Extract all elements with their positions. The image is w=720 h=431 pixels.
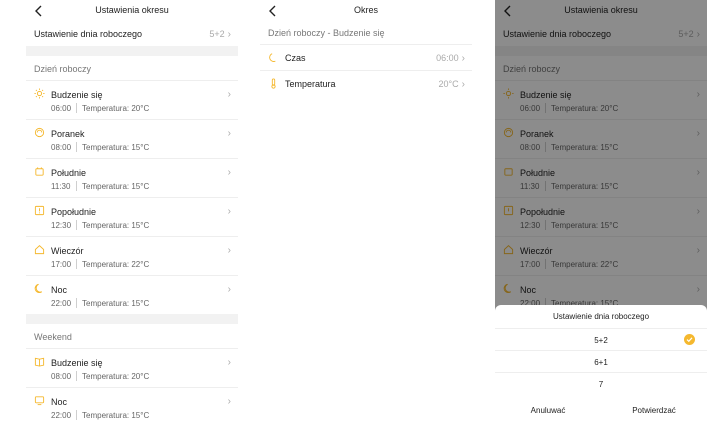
noon-icon [34, 166, 45, 177]
workday-setting-row[interactable]: Ustawienie dnia roboczego 5+2 › [26, 22, 238, 46]
header: Okres [260, 0, 472, 22]
workday-picker-sheet: Ustawienie dnia roboczego 5+2 6+1 7 Anul… [495, 305, 707, 431]
divider [76, 298, 77, 308]
temperature-label: Temperatura [285, 79, 336, 89]
header: Ustawienia okresu [26, 0, 238, 22]
period-temperature: Temperatura: 15°C [82, 143, 150, 152]
chevron-right-icon: › [461, 53, 465, 64]
period-detail-screen: Okres Dzień roboczy - Budzenie się Czas … [260, 0, 472, 431]
period-time: 08:00 [51, 372, 72, 381]
option-label: 6+1 [594, 358, 608, 367]
period-subtitle: Dzień roboczy - Budzenie się [268, 28, 385, 38]
chevron-right-icon: › [227, 167, 231, 178]
page-title: Ustawienia okresu [95, 5, 169, 15]
period-time: 22:00 [51, 299, 72, 308]
time-row[interactable]: Czas 06:00 › [260, 44, 472, 70]
period-temperature: Temperatura: 15°C [82, 411, 150, 420]
option-5-2[interactable]: 5+2 [495, 328, 707, 350]
section-divider [26, 314, 238, 324]
period-item-wake[interactable]: Budzenie się 06:00 Temperatura: 20°C › [26, 80, 238, 119]
check-icon [684, 334, 695, 345]
divider [76, 371, 77, 381]
temperature-row[interactable]: Temperatura 20°C › [260, 70, 472, 96]
period-name: Noc [51, 397, 68, 407]
period-time: 06:00 [51, 104, 72, 113]
chevron-right-icon: › [461, 79, 465, 90]
divider [76, 142, 77, 152]
divider [76, 220, 77, 230]
period-temperature: Temperatura: 20°C [82, 104, 150, 113]
period-name: Popołudnie [51, 207, 97, 217]
period-name: Wieczór [51, 246, 84, 256]
period-name: Noc [51, 285, 68, 295]
period-temperature: Temperatura: 15°C [82, 221, 150, 230]
period-time: 08:00 [51, 143, 72, 152]
period-item-noon[interactable]: Południe 11:30 Temperatura: 15°C › [26, 158, 238, 197]
option-label: 5+2 [594, 336, 608, 345]
period-name: Budzenie się [51, 358, 103, 368]
confirm-button[interactable]: Potwierdzać [601, 406, 707, 415]
chevron-right-icon: › [227, 357, 231, 368]
period-settings-picker-screen: Ustawienia okresu Ustawienie dnia robocz… [495, 0, 707, 431]
divider [76, 103, 77, 113]
chevron-right-icon: › [227, 396, 231, 407]
afternoon-icon [34, 205, 45, 216]
chevron-right-icon: › [227, 128, 231, 139]
chevron-right-icon: › [227, 245, 231, 256]
option-6-1[interactable]: 6+1 [495, 350, 707, 372]
page-title: Okres [353, 5, 378, 15]
period-name: Budzenie się [51, 90, 103, 100]
section-divider [26, 46, 238, 56]
period-temperature: Temperatura: 15°C [82, 299, 150, 308]
book-icon [34, 356, 45, 367]
chevron-right-icon: › [227, 206, 231, 217]
weekend-item-wake[interactable]: Budzenie się 08:00 Temperatura: 20°C › [26, 348, 238, 387]
period-time: 22:00 [51, 411, 72, 420]
period-item-evening[interactable]: Wieczór 17:00 Temperatura: 22°C › [26, 236, 238, 275]
workday-setting-value: 5+2 [209, 29, 225, 39]
tv-icon [34, 395, 45, 406]
divider [76, 259, 77, 269]
period-temperature: Temperatura: 20°C [82, 372, 150, 381]
chevron-right-icon: › [227, 29, 231, 40]
period-settings-screen: Ustawienia okresu Ustawienie dnia robocz… [26, 0, 238, 431]
time-label: Czas [285, 53, 306, 63]
period-time: 12:30 [51, 221, 72, 230]
option-7[interactable]: 7 [495, 372, 707, 394]
option-label: 7 [598, 380, 604, 389]
cancel-button[interactable]: Anuluwać [495, 406, 601, 415]
period-item-afternoon[interactable]: Popołudnie 12:30 Temperatura: 15°C › [26, 197, 238, 236]
clock-moon-icon [268, 52, 279, 63]
thermometer-icon [268, 78, 279, 89]
sheet-actions: Anuluwać Potwierdzać [495, 401, 707, 423]
period-item-night[interactable]: Noc 22:00 Temperatura: 15°C › [26, 275, 238, 314]
period-time: 17:00 [51, 260, 72, 269]
weekend-section-header: Weekend [34, 332, 72, 342]
period-temperature: Temperatura: 15°C [82, 182, 150, 191]
chevron-right-icon: › [227, 89, 231, 100]
temperature-value: 20°C [438, 79, 459, 89]
moon-icon [34, 283, 45, 294]
chevron-right-icon: › [227, 284, 231, 295]
sun-icon [34, 88, 45, 99]
morning-icon [34, 127, 45, 138]
sheet-title: Ustawienie dnia roboczego [552, 312, 650, 321]
divider [76, 410, 77, 420]
workday-setting-label: Ustawienie dnia roboczego [34, 29, 143, 39]
period-time: 11:30 [51, 182, 71, 191]
divider [76, 181, 77, 191]
workday-section-header: Dzień roboczy [34, 64, 92, 74]
weekend-item-night[interactable]: Noc 22:00 Temperatura: 15°C › [26, 387, 238, 426]
house-icon [34, 244, 45, 255]
period-temperature: Temperatura: 22°C [82, 260, 150, 269]
period-name: Południe [51, 168, 87, 178]
period-item-morning[interactable]: Poranek 08:00 Temperatura: 15°C › [26, 119, 238, 158]
time-value: 06:00 [436, 53, 459, 63]
period-name: Poranek [51, 129, 85, 139]
